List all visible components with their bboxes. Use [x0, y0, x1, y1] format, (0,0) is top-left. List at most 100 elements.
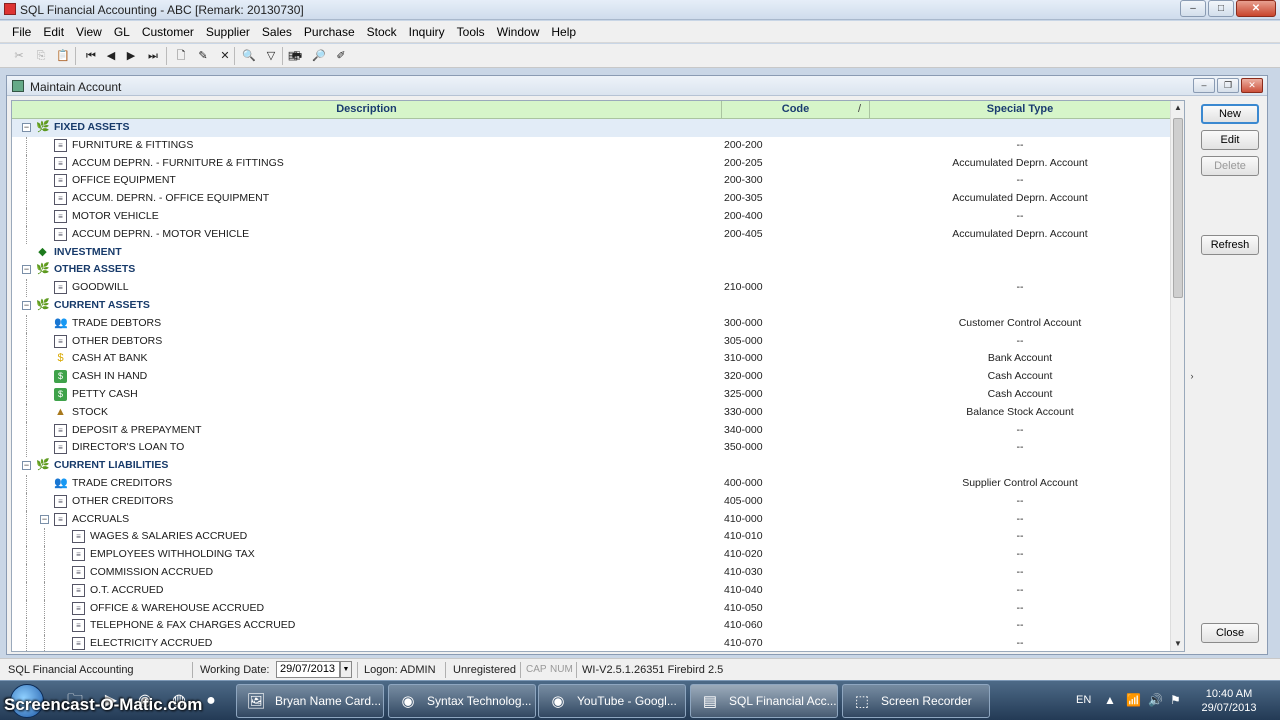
- close-app-button[interactable]: ✕: [1236, 0, 1276, 17]
- scroll-down-icon[interactable]: ▼: [1171, 637, 1184, 651]
- system-clock[interactable]: 10:40 AM 29/07/2013: [1194, 687, 1264, 715]
- account-row[interactable]: ≡ GOODWILL 210-000 --: [12, 279, 1170, 298]
- account-row[interactable]: ≡ EMPLOYEES WITHHOLDING TAX 410-020 --: [12, 546, 1170, 565]
- filter-icon[interactable]: ▽: [262, 47, 280, 65]
- account-row[interactable]: ≡ OTHER CREDITORS 405-000 --: [12, 492, 1170, 511]
- collapse-toggle-icon[interactable]: −: [22, 300, 31, 310]
- delete-doc-icon[interactable]: ✕: [216, 47, 234, 65]
- menu-edit[interactable]: Edit: [37, 25, 70, 39]
- edit-doc-icon[interactable]: ✎: [194, 47, 212, 65]
- copy-icon[interactable]: ⎘: [32, 47, 50, 65]
- account-group-row[interactable]: − 🌿 CURRENT ASSETS: [12, 297, 1170, 315]
- column-header-special-type[interactable]: Special Type: [870, 101, 1170, 118]
- find-icon[interactable]: 🔍: [240, 47, 258, 65]
- taskbar-button-screen-recorder[interactable]: ⬚ Screen Recorder: [842, 684, 990, 718]
- account-row[interactable]: ≡ FURNITURE & FITTINGS 200-200 --: [12, 136, 1170, 155]
- taskbar-button-syntax-technolog[interactable]: ◉ Syntax Technolog...: [388, 684, 536, 718]
- print-icon[interactable]: 🖶: [288, 47, 306, 65]
- scissors-icon[interactable]: ✂: [10, 47, 28, 65]
- account-row[interactable]: ≡ ACCUM DEPRN. - FURNITURE & FITTINGS 200-…: [12, 154, 1170, 173]
- account-row[interactable]: ≡ OFFICE & WAREHOUSE ACCRUED 410-050 --: [12, 599, 1170, 618]
- working-date-dropdown-icon[interactable]: ▼: [340, 661, 352, 678]
- prior-record-icon[interactable]: ◀: [102, 47, 120, 65]
- account-row[interactable]: ≡ OTHER DEBTORS 305-000 --: [12, 332, 1170, 351]
- account-row[interactable]: $ CASH IN HAND 320-000 Cash Account: [12, 368, 1170, 387]
- account-row[interactable]: $ PETTY CASH 325-000 Cash Account: [12, 385, 1170, 404]
- menu-gl[interactable]: GL: [108, 25, 136, 39]
- account-row[interactable]: 👥 TRADE CREDITORS 400-000 Supplier Control …: [12, 474, 1170, 493]
- menu-purchase[interactable]: Purchase: [298, 25, 361, 39]
- column-header-code[interactable]: Code /: [722, 101, 870, 118]
- tray-expand-icon[interactable]: ▲: [1104, 693, 1116, 707]
- column-header-description[interactable]: Description: [12, 101, 722, 118]
- network-icon[interactable]: 📶: [1126, 693, 1141, 707]
- child-close-button[interactable]: ✕: [1241, 78, 1263, 93]
- account-row[interactable]: − ≡ ACCRUALS 410-000 --: [12, 510, 1170, 529]
- account-group-row[interactable]: ◆ INVESTMENT: [12, 244, 1170, 262]
- account-row[interactable]: ≡ DEPOSIT & PREPAYMENT 340-000 --: [12, 421, 1170, 440]
- menu-customer[interactable]: Customer: [136, 25, 200, 39]
- taskbar-button-sql-financial-acc[interactable]: ▤ SQL Financial Acc...: [690, 684, 838, 718]
- edit-button[interactable]: Edit: [1201, 130, 1259, 150]
- collapse-toggle-icon[interactable]: −: [22, 265, 31, 275]
- account-code: 410-020: [724, 548, 763, 561]
- menu-window[interactable]: Window: [491, 25, 546, 39]
- child-restore-button[interactable]: ❐: [1217, 78, 1239, 93]
- account-row[interactable]: ≡ TELEPHONE & FAX CHARGES ACCRUED 410-060 -…: [12, 617, 1170, 636]
- account-row[interactable]: ≡ ACCUM DEPRN. - MOTOR VEHICLE 200-405 Accu…: [12, 225, 1170, 244]
- account-row[interactable]: ≡ OFFICE EQUIPMENT 200-300 --: [12, 172, 1170, 191]
- scroll-thumb[interactable]: [1173, 118, 1183, 298]
- account-group-row[interactable]: − 🌿 CURRENT LIABILITIES: [12, 457, 1170, 475]
- tree-connector: [26, 190, 27, 209]
- menu-stock[interactable]: Stock: [361, 25, 403, 39]
- scroll-up-icon[interactable]: ▲: [1171, 101, 1184, 115]
- account-row[interactable]: ≡ O.T. ACCRUED 410-040 --: [12, 581, 1170, 600]
- design-icon[interactable]: ✐: [332, 47, 350, 65]
- account-tree-grid[interactable]: Description Code / Special Type − 🌿 FIXED A…: [11, 100, 1185, 652]
- working-date-field[interactable]: 29/07/2013: [276, 661, 340, 678]
- minimize-button[interactable]: –: [1180, 0, 1206, 17]
- account-row[interactable]: ≡ ACCUM. DEPRN. - OFFICE EQUIPMENT 200-305…: [12, 190, 1170, 209]
- account-row[interactable]: $ CASH AT BANK 310-000 Bank Account: [12, 350, 1170, 369]
- splitter-arrow-icon[interactable]: ›: [1187, 276, 1197, 476]
- menu-sales[interactable]: Sales: [256, 25, 298, 39]
- account-group-row[interactable]: − 🌿 OTHER ASSETS: [12, 261, 1170, 279]
- refresh-button[interactable]: Refresh: [1201, 235, 1259, 255]
- action-center-icon[interactable]: ⚑: [1170, 693, 1181, 707]
- menu-view[interactable]: View: [70, 25, 108, 39]
- task-app-icon: ◉: [551, 693, 565, 710]
- close-button[interactable]: Close: [1201, 623, 1259, 643]
- first-record-icon[interactable]: ⏮: [82, 47, 100, 65]
- account-row[interactable]: ▲ STOCK 330-000 Balance Stock Account: [12, 403, 1170, 422]
- account-row[interactable]: ≡ ELECTRICITY ACCRUED 410-070 --: [12, 635, 1170, 651]
- taskbar-button-youtube-googl[interactable]: ◉ YouTube - Googl...: [538, 684, 686, 718]
- maximize-button[interactable]: □: [1208, 0, 1234, 17]
- collapse-toggle-icon[interactable]: −: [40, 514, 49, 524]
- account-row[interactable]: ≡ COMMISSION ACCRUED 410-030 --: [12, 563, 1170, 582]
- child-minimize-button[interactable]: –: [1193, 78, 1215, 93]
- language-indicator[interactable]: EN: [1076, 694, 1091, 706]
- new-button[interactable]: New: [1201, 104, 1259, 124]
- next-record-icon[interactable]: ▶: [122, 47, 140, 65]
- account-row[interactable]: ≡ MOTOR VEHICLE 200-400 --: [12, 207, 1170, 226]
- collapse-toggle-icon[interactable]: −: [22, 461, 31, 471]
- account-row[interactable]: 👥 TRADE DEBTORS 300-000 Customer Control Ac…: [12, 314, 1170, 333]
- account-group-row[interactable]: − 🌿 FIXED ASSETS: [12, 119, 1170, 137]
- taskbar-button-bryan-name-card[interactable]: 🖼 Bryan Name Card...: [236, 684, 384, 718]
- preview-icon[interactable]: 🔎: [310, 47, 328, 65]
- account-row[interactable]: ≡ DIRECTOR'S LOAN TO 350-000 --: [12, 439, 1170, 458]
- menu-tools[interactable]: Tools: [451, 25, 491, 39]
- menu-help[interactable]: Help: [545, 25, 582, 39]
- menu-file[interactable]: File: [6, 25, 37, 39]
- new-doc-icon[interactable]: 🗋: [172, 47, 190, 65]
- account-row[interactable]: ≡ WAGES & SALARIES ACCRUED 410-010 --: [12, 528, 1170, 547]
- collapse-toggle-icon[interactable]: −: [22, 123, 31, 132]
- people-icon: 🌿: [36, 459, 50, 472]
- menu-inquiry[interactable]: Inquiry: [403, 25, 451, 39]
- delete-button[interactable]: Delete: [1201, 156, 1259, 176]
- last-record-icon[interactable]: ⏭: [144, 47, 162, 65]
- grid-vertical-scrollbar[interactable]: ▲ ▼: [1170, 101, 1184, 651]
- volume-icon[interactable]: 🔊: [1148, 693, 1163, 707]
- menu-supplier[interactable]: Supplier: [200, 25, 256, 39]
- paste-icon[interactable]: 📋: [54, 47, 72, 65]
